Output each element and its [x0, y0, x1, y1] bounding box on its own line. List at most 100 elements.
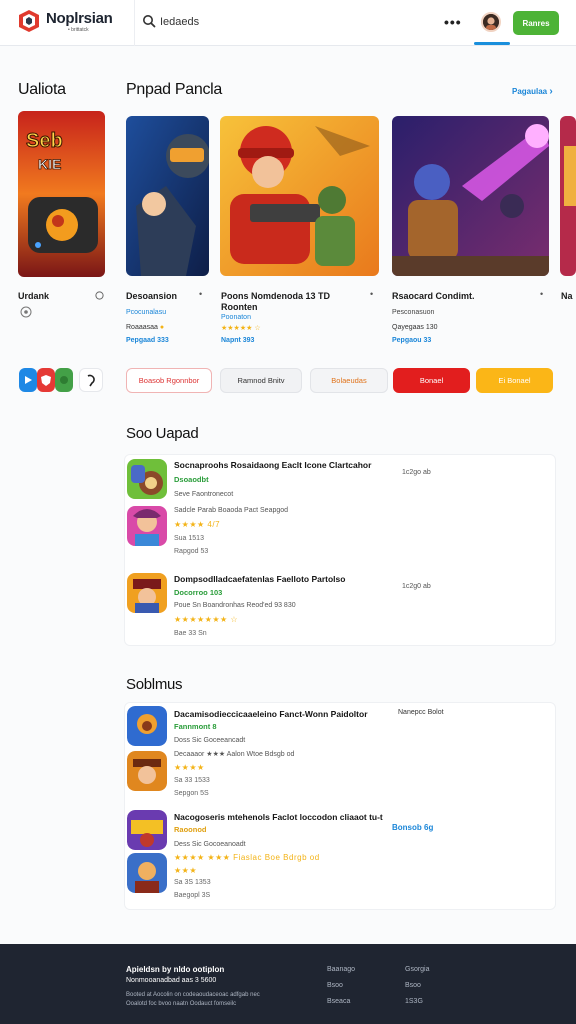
info-icon[interactable] — [95, 291, 104, 300]
game-menu-icon-3[interactable]: • — [540, 289, 543, 299]
list2-item-size-3: Sepgon 5S — [174, 790, 209, 797]
footer-link-1a[interactable]: Baanago — [327, 966, 355, 973]
list-item-stars-text-4: ★★★★★★★ ☆ — [174, 615, 239, 624]
svg-text:KIE: KIE — [38, 156, 61, 172]
list-item-icon-2[interactable] — [127, 506, 167, 546]
list2-item-icon-4[interactable] — [127, 810, 167, 850]
game-price-3: Pepgaou 33 — [392, 337, 432, 344]
footer-link-1c[interactable]: Bseaca — [327, 998, 350, 1005]
game-art-4 — [560, 116, 576, 276]
filter-pill-2[interactable]: Ramnod Bnitv — [220, 368, 302, 393]
list2-item-meta-4: Dess Sic Gocoeanoadt — [174, 841, 246, 848]
steam-glyph — [87, 374, 95, 387]
list-item-meta-2: Sadcle Parab Boaoda Pact Seapgod — [174, 507, 289, 514]
header-action-button[interactable]: Ranres — [513, 11, 559, 35]
list-item-meta-4: Poue Sn Boandronhas Reod'ed 93 830 — [174, 602, 296, 609]
list2-item-icon-2[interactable] — [127, 751, 167, 791]
list-item-size-2: Sua 1513 — [174, 535, 204, 542]
game-rating-text-1: Roaaasaa — [126, 324, 158, 331]
footer-sub: Nonmooanadbad aas 3 5600 — [126, 977, 217, 984]
featured-section-title: Pnpad Pancla — [126, 81, 223, 98]
shield-glyph — [41, 375, 51, 386]
footer-link-1b[interactable]: Bsoo — [327, 982, 343, 989]
list2-item-size-2: Sa 33 1533 — [174, 777, 210, 784]
side-game-title[interactable]: Urdank — [18, 291, 49, 302]
brand-tagline: • brittatck — [68, 27, 89, 33]
footer-link-2c[interactable]: 1S3G — [405, 998, 423, 1005]
game-cover-3[interactable] — [392, 116, 549, 276]
list2-item-size-5: Sa 3S 1353 — [174, 879, 211, 886]
game-cover-4[interactable] — [560, 116, 576, 276]
rating-badge-icon — [20, 306, 32, 318]
game-menu-icon-1[interactable]: • — [199, 289, 202, 299]
list-item-time-4: 1c2g0 ab — [402, 583, 431, 590]
list2-item-icon-1[interactable] — [127, 706, 167, 746]
game-price-2: Napnt 393 — [221, 337, 255, 344]
list-item-size-3: Rapgod 53 — [174, 548, 209, 555]
footer-link-2a[interactable]: Gsorgia — [405, 966, 430, 973]
list2-art-1 — [127, 706, 167, 746]
list2-art-2 — [127, 751, 167, 791]
game-publisher-3: Pesconasuon — [392, 309, 435, 316]
list-item-icon-1[interactable] — [127, 459, 167, 499]
playstore-icon[interactable] — [19, 368, 37, 392]
list-item-sub-4: Docorroo 103 — [174, 588, 223, 597]
section2-title: Soblmus — [126, 676, 183, 693]
game-title-1[interactable]: Desoansion — [126, 291, 202, 302]
section1-title: Soo Uapad — [126, 425, 199, 442]
game-menu-icon-2[interactable]: • — [370, 289, 373, 299]
list2-art-5 — [127, 853, 167, 893]
game-rating-2: ★★★★★ ☆ — [221, 325, 261, 332]
list-item-title-1[interactable]: Socnaproohs Rosaidaong Eaclt Icone Clart… — [174, 460, 371, 470]
xbox-icon[interactable] — [55, 368, 73, 392]
game-price-1: Pepgaad 333 — [126, 337, 169, 344]
game-cover-2[interactable] — [220, 116, 379, 276]
list-item-stars-2: ★★★★ 4/7 — [174, 520, 221, 529]
list2-item-title-4[interactable]: Nacogoseris mtehenols Faclot loccodon cl… — [174, 812, 383, 822]
list2-item-title-1[interactable]: Dacamisodieccicaaeleino Fanct-Wonn Paido… — [174, 709, 368, 719]
playstore-glyph — [25, 376, 32, 384]
list2-item-sub-4: Raoonod — [174, 825, 207, 834]
steam-icon[interactable] — [79, 368, 103, 392]
more-dots-icon[interactable]: ••• — [444, 14, 462, 30]
list-art-4 — [127, 573, 167, 613]
list2-item-stars-1: Decaaaor ★★★ Aalon Wtoe Bdsgb od — [174, 751, 295, 758]
filter-pill-5[interactable]: Ei Bonael — [476, 368, 553, 393]
list2-item-icon-5[interactable] — [127, 853, 167, 893]
shield-icon[interactable] — [37, 368, 55, 392]
filter-pill-1[interactable]: Boasob Rgonnbor — [126, 368, 212, 393]
footer-link-2b[interactable]: Bsoo — [405, 982, 421, 989]
list2-item-stars-4: ★★★★ ★★★ Fiaslac Boe Bdrgb od — [174, 853, 320, 862]
footer-small-1: Booted at Aocolin on codeaoudaceoac adfg… — [126, 992, 260, 998]
see-all-label: Pagaulaa — [512, 87, 548, 96]
filter-pill-4[interactable]: Bonael — [393, 368, 470, 393]
app-logo-icon[interactable] — [18, 9, 40, 33]
game-cover-1[interactable] — [126, 116, 209, 276]
game-title-4[interactable]: Na — [561, 291, 573, 302]
game-art-3 — [392, 116, 549, 276]
search-icon[interactable] — [142, 14, 156, 28]
list-item-sub-1: Dsoaodbt — [174, 475, 209, 484]
game-title-3[interactable]: Rsaocard Condimt. — [392, 291, 475, 302]
list-item-title-4[interactable]: Dompsodlladcaefatenlas Faelloto Partolso — [174, 574, 345, 584]
game-publisher-2: Poonaton — [221, 314, 251, 321]
search-input[interactable] — [160, 14, 410, 30]
chevron-right-icon: › — [549, 86, 553, 97]
avatar[interactable] — [481, 12, 501, 32]
game-rating-1: Roaaasaa ● — [126, 324, 164, 331]
list-item-icon-4[interactable] — [127, 573, 167, 613]
list2-item-sub-1: Fannmont 8 — [174, 722, 217, 731]
svg-text:Seb: Seb — [26, 130, 63, 152]
coin-icon: ● — [159, 324, 165, 331]
list2-item-price-4[interactable]: Bonsob 6g — [392, 823, 433, 832]
filter-pill-3[interactable]: Bolaeudas — [310, 368, 388, 393]
xbox-glyph — [60, 376, 68, 384]
user-avatar-icon — [483, 14, 499, 30]
brand-name: Noplrsian — [46, 10, 113, 27]
see-all-link[interactable]: Pagaulaa › — [512, 86, 553, 97]
game-title-2[interactable]: Poons Nomdenoda 1​3 TD Roonten — [221, 291, 367, 313]
game-art-1 — [126, 116, 209, 276]
list-item-size-4: Bae 33 Sn — [174, 630, 207, 637]
footer: Apieldsn by nldo ootiplon Nonmooanadbad … — [0, 944, 576, 1024]
side-game-cover[interactable]: Seb KIE — [18, 111, 105, 277]
